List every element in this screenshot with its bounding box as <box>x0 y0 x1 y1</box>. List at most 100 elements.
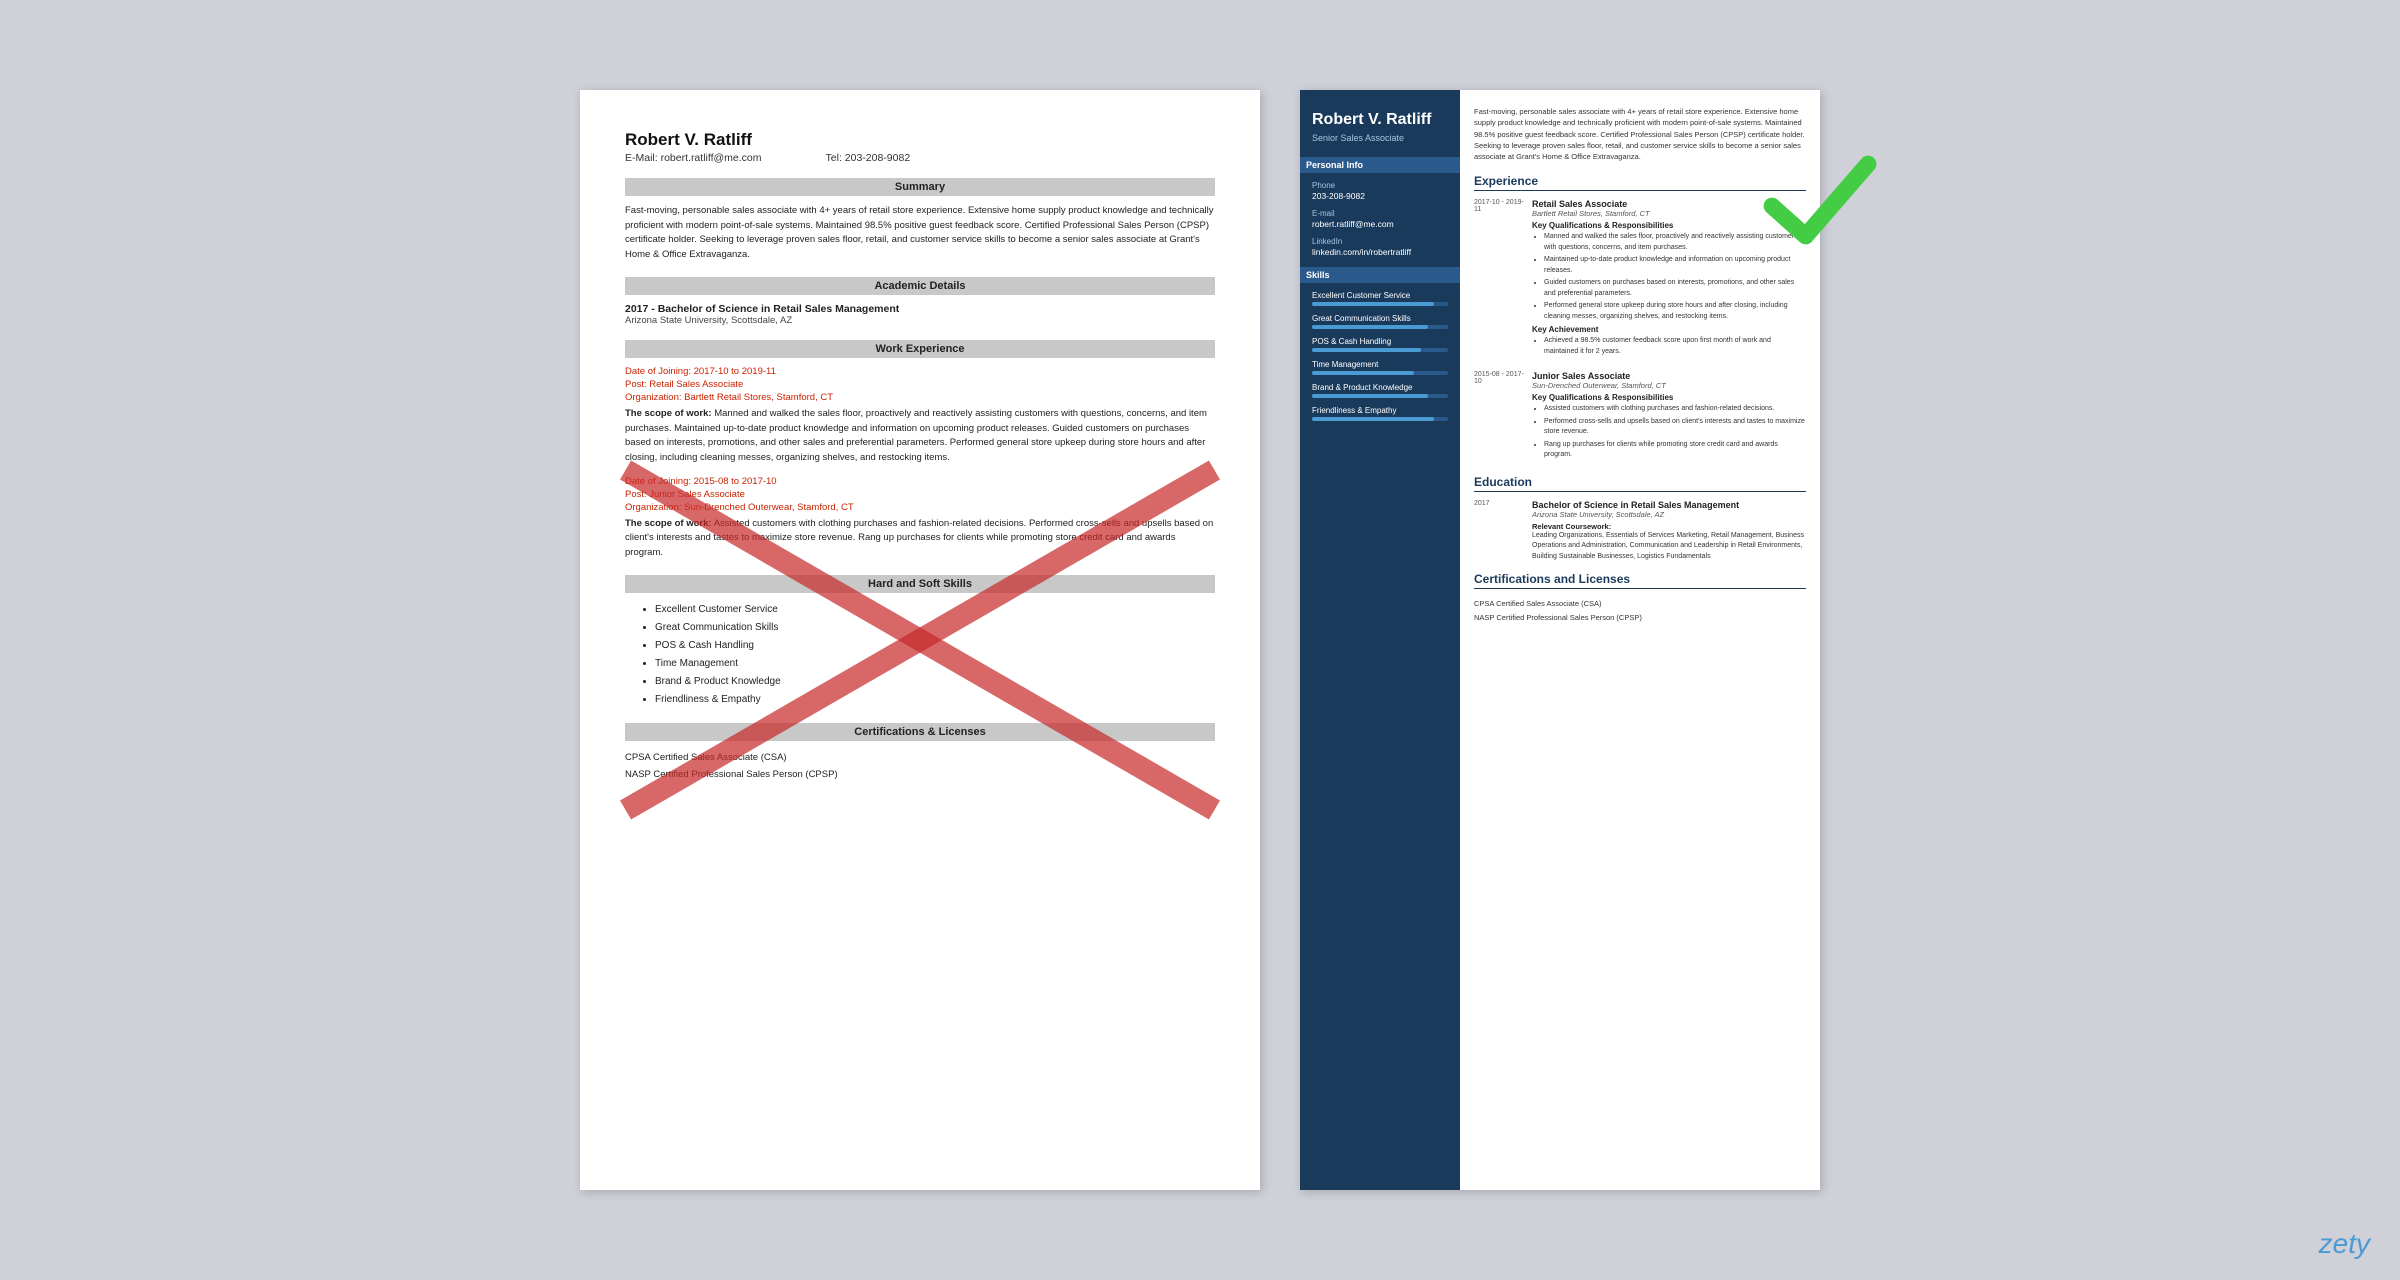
email-value: robert.ratliff@me.com <box>661 152 762 164</box>
coursework-label: Relevant Coursework: <box>1532 522 1806 531</box>
exp-bullet-2-1: Assisted customers with clothing purchas… <box>1544 404 1806 415</box>
skill-name-5: Brand & Product Knowledge <box>1312 383 1448 392</box>
skill-3: POS & Cash Handling <box>655 637 1215 655</box>
education-title: Education <box>1474 475 1806 492</box>
skill-name-3: POS & Cash Handling <box>1312 337 1448 346</box>
skill-name-1: Excellent Customer Service <box>1312 291 1448 300</box>
coursework-text: Leading Organizations, Essentials of Ser… <box>1532 531 1806 563</box>
job1-scope-text: Manned and walked the sales floor, proac… <box>625 408 1207 463</box>
work-bar: Work Experience <box>625 340 1215 358</box>
resume-right: Robert V. Ratliff Senior Sales Associate… <box>1300 90 1820 1190</box>
skill-item-2: Great Communication Skills <box>1312 314 1448 329</box>
skill-1: Excellent Customer Service <box>655 601 1215 619</box>
certs-title: Certifications and Licenses <box>1474 572 1806 589</box>
edu-entry-1: 2017 Bachelor of Science in Retail Sales… <box>1474 500 1806 563</box>
job1-dates: Date of Joining: 2017-10 to 2019-11 <box>625 366 1215 377</box>
skill-name-4: Time Management <box>1312 360 1448 369</box>
exp-bullet-2-2: Performed cross-sells and upsells based … <box>1544 417 1806 438</box>
skill-item-6: Friendliness & Empathy <box>1312 406 1448 421</box>
certs-bar: Certifications & Licenses <box>625 723 1215 741</box>
exp-achievement-title-1: Key Achievement <box>1532 325 1806 334</box>
skills-list: Excellent Customer Service Great Communi… <box>625 601 1215 709</box>
exp-entry-1: 2017-10 - 2019-11 Retail Sales Associate… <box>1474 199 1806 359</box>
exp-bullet-1-3: Guided customers on purchases based on i… <box>1544 278 1806 299</box>
exp-achievement-text-1: Achieved a 98.5% customer feedback score… <box>1544 336 1806 357</box>
job2-scope-text: Assisted customers with clothing purchas… <box>625 518 1213 558</box>
skill-bar-bg-4 <box>1312 371 1448 375</box>
exp-bullets-2: Assisted customers with clothing purchas… <box>1532 404 1806 461</box>
education-entry: 2017 - Bachelor of Science in Retail Sal… <box>625 303 1215 326</box>
skill-bar-bg-6 <box>1312 417 1448 421</box>
skill-item-4: Time Management <box>1312 360 1448 375</box>
skill-item-1: Excellent Customer Service <box>1312 291 1448 306</box>
intro-text: Fast-moving, personable sales associate … <box>1474 106 1806 162</box>
school: Arizona State University, Scottsdale, AZ <box>625 315 1215 326</box>
exp-bullet-1-4: Performed general store upkeep during st… <box>1544 301 1806 322</box>
green-check-overlay <box>1760 140 1880 260</box>
skill-item-3: POS & Cash Handling <box>1312 337 1448 352</box>
skills-title: Skills <box>1300 267 1460 283</box>
sidebar-name: Robert V. Ratliff <box>1312 110 1448 129</box>
job2-scope: The scope of work: Assisted customers wi… <box>625 517 1215 561</box>
edu-details-1: Bachelor of Science in Retail Sales Mana… <box>1532 500 1806 563</box>
exp-dates-2: 2015-08 - 2017-10 <box>1474 371 1524 463</box>
skill-2: Great Communication Skills <box>655 619 1215 637</box>
linkedin-value: linkedin.com/in/robertratliff <box>1312 247 1448 257</box>
skill-4: Time Management <box>655 655 1215 673</box>
exp-bullet-2-3: Rang up purchases for clients while prom… <box>1544 440 1806 461</box>
exp-org-2: Sun-Drenched Outerwear, Stamford, CT <box>1532 381 1806 390</box>
edu-year-1: 2017 <box>1474 500 1524 563</box>
tel-label: Tel: <box>826 152 842 164</box>
exp-dates-1: 2017-10 - 2019-11 <box>1474 199 1524 359</box>
tel-value: 203-208-9082 <box>845 152 910 164</box>
skill-bar-bg-3 <box>1312 348 1448 352</box>
edu-school-1: Arizona State University, Scottsdale, AZ <box>1532 510 1806 519</box>
skill-bar-bg-5 <box>1312 394 1448 398</box>
skill-name-2: Great Communication Skills <box>1312 314 1448 323</box>
skills-bar: Hard and Soft Skills <box>625 575 1215 593</box>
cert-2: NASP Certified Professional Sales Person… <box>625 766 1215 783</box>
job1-org: Organization: Bartlett Retail Stores, St… <box>625 392 1215 403</box>
job2-post: Post: Junior Sales Associate <box>625 489 1215 500</box>
exp-achievement-1: Achieved a 98.5% customer feedback score… <box>1532 336 1806 357</box>
zety-logo: zety <box>2319 1228 2370 1260</box>
edu-degree-1: Bachelor of Science in Retail Sales Mana… <box>1532 500 1806 510</box>
email-label: E-Mail: <box>625 152 658 164</box>
page-container: Robert V. Ratliff E-Mail: robert.ratliff… <box>540 50 1860 1230</box>
job2-org: Organization: Sun-Drenched Outerwear, St… <box>625 502 1215 513</box>
degree: 2017 - Bachelor of Science in Retail Sal… <box>625 303 1215 315</box>
job1: Date of Joining: 2017-10 to 2019-11 Post… <box>625 366 1215 466</box>
cert-1: CPSA Certified Sales Associate (CSA) <box>625 749 1215 766</box>
personal-info-title: Personal Info <box>1300 157 1460 173</box>
job2: Date of Joining: 2015-08 to 2017-10 Post… <box>625 476 1215 561</box>
summary-text: Fast-moving, personable sales associate … <box>625 204 1215 263</box>
exp-title-2: Junior Sales Associate <box>1532 371 1806 381</box>
job1-scope: The scope of work: Manned and walked the… <box>625 407 1215 466</box>
exp-entry-2: 2015-08 - 2017-10 Junior Sales Associate… <box>1474 371 1806 463</box>
skill-item-5: Brand & Product Knowledge <box>1312 383 1448 398</box>
skill-5: Brand & Product Knowledge <box>655 673 1215 691</box>
skill-name-6: Friendliness & Empathy <box>1312 406 1448 415</box>
academic-bar: Academic Details <box>625 277 1215 295</box>
email-value: robert.ratliff@me.com <box>1312 219 1448 229</box>
left-contact: E-Mail: robert.ratliff@me.com Tel: 203-2… <box>625 152 1215 164</box>
job1-scope-label: The scope of work: <box>625 408 712 419</box>
summary-bar: Summary <box>625 178 1215 196</box>
cert-right-2: NASP Certified Professional Sales Person… <box>1474 611 1806 625</box>
job2-scope-label: The scope of work: <box>625 518 712 529</box>
phone-value: 203-208-9082 <box>1312 191 1448 201</box>
job1-post: Post: Retail Sales Associate <box>625 379 1215 390</box>
linkedin-label: LinkedIn <box>1312 237 1448 246</box>
job2-dates: Date of Joining: 2015-08 to 2017-10 <box>625 476 1215 487</box>
cert-right-1: CPSA Certified Sales Associate (CSA) <box>1474 597 1806 611</box>
skill-bar-bg-1 <box>1312 302 1448 306</box>
left-name: Robert V. Ratliff <box>625 130 1215 150</box>
skill-6: Friendliness & Empathy <box>655 691 1215 709</box>
resume-left: Robert V. Ratliff E-Mail: robert.ratliff… <box>580 90 1260 1190</box>
exp-kq-2: Key Qualifications & Responsibilities <box>1532 393 1806 402</box>
sidebar-title: Senior Sales Associate <box>1312 133 1448 143</box>
experience-title: Experience <box>1474 174 1806 191</box>
phone-label: Phone <box>1312 181 1448 190</box>
email-label: E-mail <box>1312 209 1448 218</box>
skill-bar-bg-2 <box>1312 325 1448 329</box>
